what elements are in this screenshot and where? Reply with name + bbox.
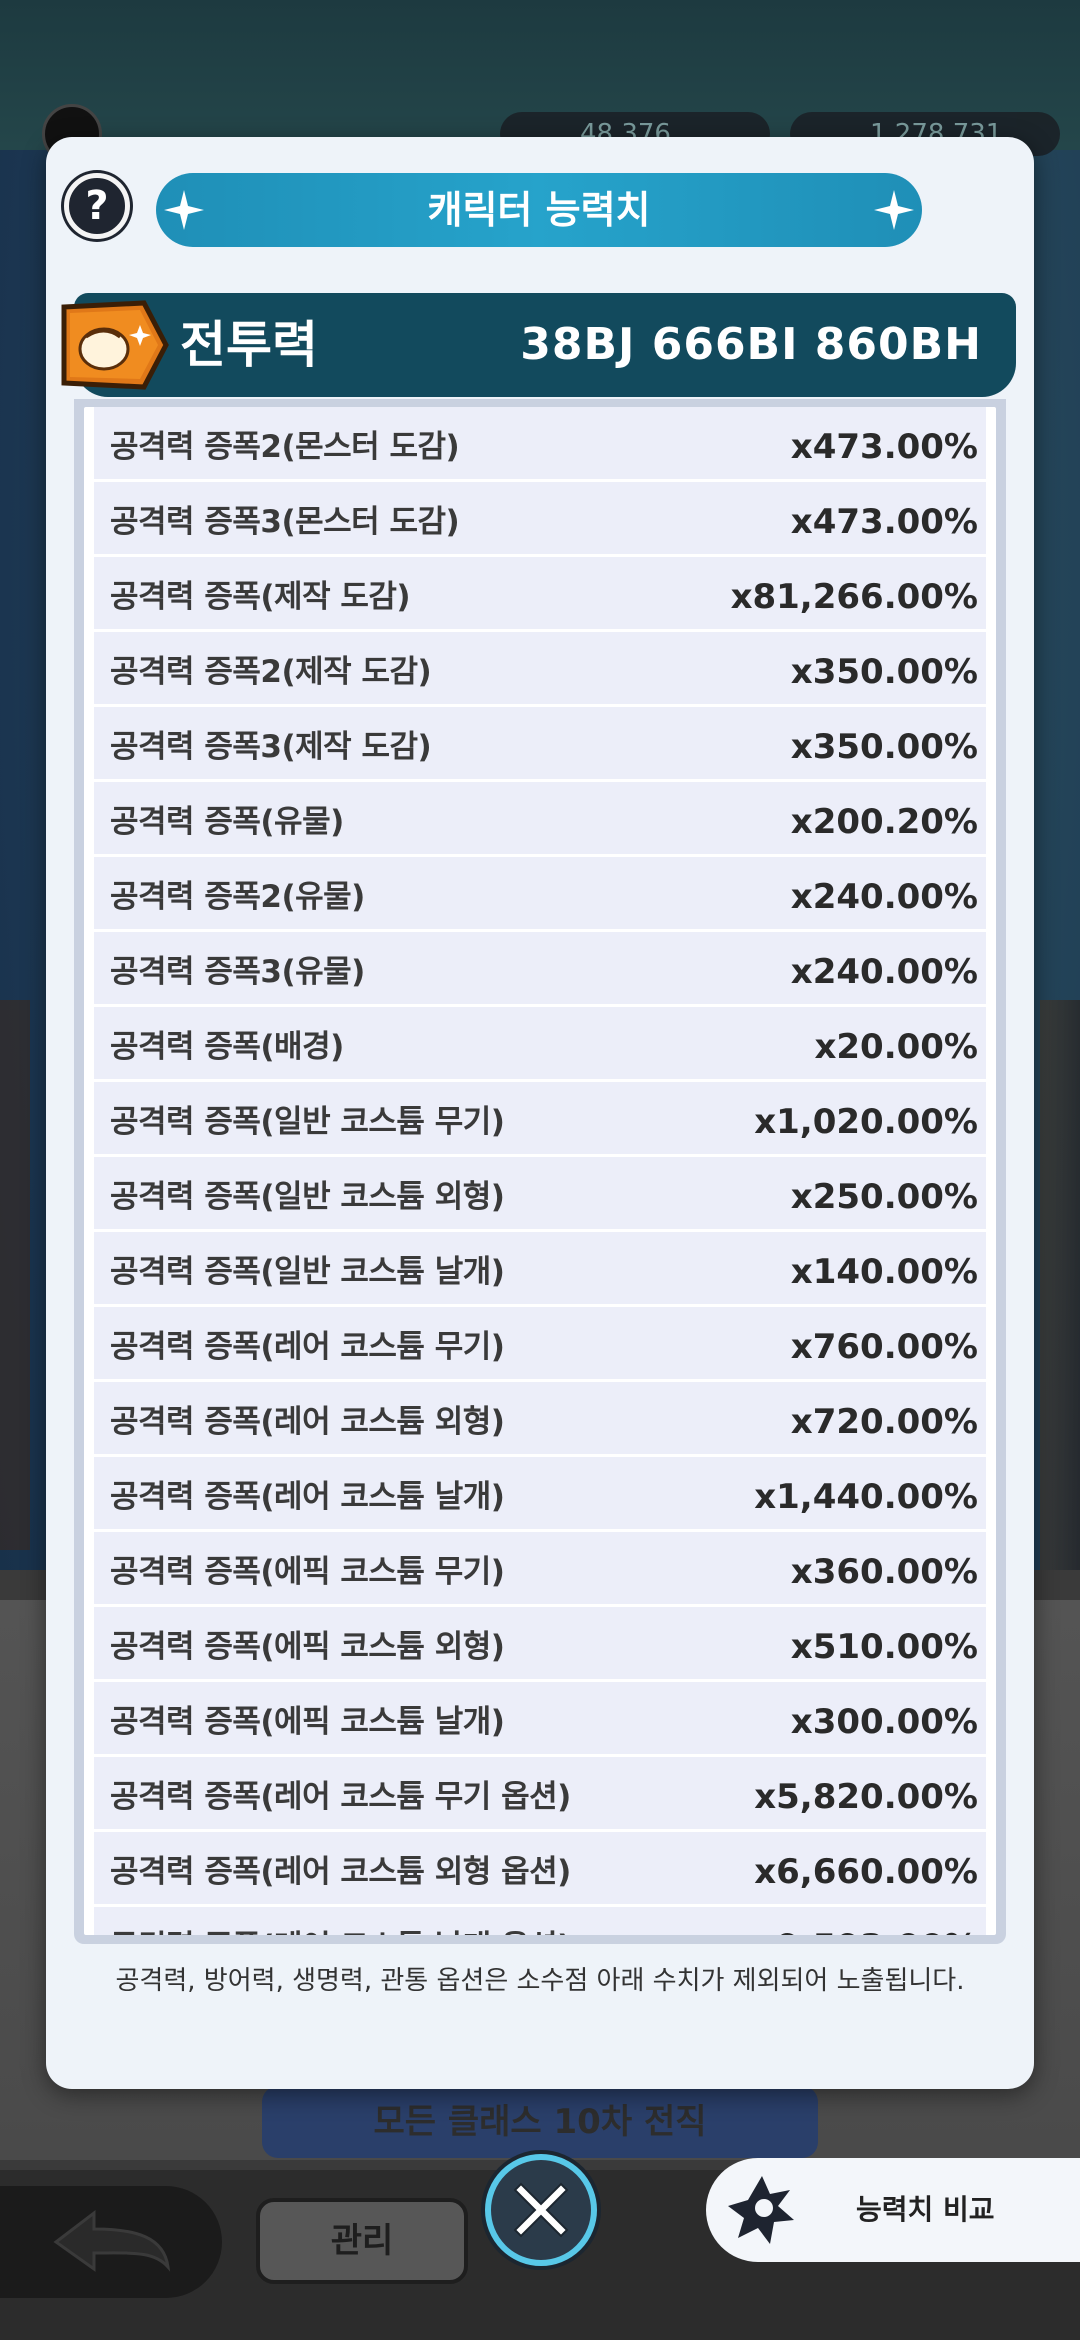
close-button[interactable]	[485, 2154, 597, 2266]
stat-label: 공격력 증폭(일반 코스튬 무기)	[110, 1103, 505, 1140]
character-silhouette-icon	[728, 2176, 794, 2244]
stat-row: 공격력 증폭2(유물) x240.00%	[94, 857, 986, 932]
stat-label: 공격력 증폭(에픽 코스튬 날개)	[110, 1703, 505, 1740]
help-button[interactable]: ?	[64, 173, 130, 239]
stat-row: 공격력 증폭(레어 코스튬 날개) x1,440.00%	[94, 1457, 986, 1532]
stat-label: 공격력 증폭(일반 코스튬 날개)	[110, 1253, 505, 1290]
class-advancement-button: 모든 클래스 10차 전직	[262, 2086, 818, 2158]
stat-value: x81,266.00%	[730, 577, 978, 617]
stat-row: 공격력 증폭(레어 코스튬 무기 옵션) x5,820.00%	[94, 1757, 986, 1832]
stat-value: x5,820.00%	[754, 1777, 978, 1817]
stat-value: x760.00%	[790, 1327, 978, 1367]
stat-row: 공격력 증폭(레어 코스튬 날개 옵션) x9,593.00%	[94, 1907, 986, 1935]
stat-label: 공격력 증폭2(몬스터 도감)	[110, 428, 460, 465]
stat-label: 공격력 증폭(일반 코스튬 외형)	[110, 1178, 505, 1215]
stat-value: x473.00%	[790, 427, 978, 467]
stat-label: 공격력 증폭(에픽 코스튬 외형)	[110, 1628, 505, 1665]
stats-list[interactable]: 공격력 증폭2(몬스터 도감) x473.00% 공격력 증폭3(몬스터 도감) x…	[84, 407, 996, 1935]
stat-value: x240.00%	[790, 952, 978, 992]
stat-row: 공격력 증폭(일반 코스튬 외형) x250.00%	[94, 1157, 986, 1232]
compare-stats-label: 능력치 비교	[856, 2193, 995, 2226]
sparkle-icon	[164, 190, 204, 230]
combat-power-label: 전투력	[180, 316, 318, 374]
stat-label: 공격력 증폭(배경)	[110, 1028, 344, 1065]
stat-label: 공격력 증폭(레어 코스튬 무기)	[110, 1328, 505, 1365]
stat-value: x140.00%	[790, 1252, 978, 1292]
stat-value: x200.20%	[790, 802, 978, 842]
modal-title-banner: 캐릭터 능력치	[156, 173, 922, 247]
stat-label: 공격력 증폭(레어 코스튬 무기 옵션)	[110, 1778, 571, 1815]
stat-row: 공격력 증폭(레어 코스튬 무기) x760.00%	[94, 1307, 986, 1382]
stat-row: 공격력 증폭3(제작 도감) x350.00%	[94, 707, 986, 782]
stat-label: 공격력 증폭(레어 코스튬 날개 옵션)	[110, 1921, 571, 1936]
fist-icon	[61, 300, 169, 390]
sparkle-icon	[874, 190, 914, 230]
stat-row: 공격력 증폭2(제작 도감) x350.00%	[94, 632, 986, 707]
stat-value: x350.00%	[790, 727, 978, 767]
stats-list-frame: 공격력 증폭2(몬스터 도감) x473.00% 공격력 증폭3(몬스터 도감) x…	[74, 399, 1006, 1944]
stat-row: 공격력 증폭(에픽 코스튬 날개) x300.00%	[94, 1682, 986, 1757]
modal-title: 캐릭터 능력치	[427, 188, 651, 232]
stat-value: x350.00%	[790, 652, 978, 692]
stat-value: x300.00%	[790, 1702, 978, 1742]
stat-label: 공격력 증폭(레어 코스튬 날개)	[110, 1478, 505, 1515]
back-button[interactable]	[0, 2186, 222, 2298]
stat-label: 공격력 증폭(유물)	[110, 803, 344, 840]
stat-label: 공격력 증폭3(몬스터 도감)	[110, 503, 460, 540]
stat-value: x473.00%	[790, 502, 978, 542]
manage-button: 관리	[256, 2198, 468, 2284]
stat-row: 공격력 증폭2(몬스터 도감) x473.00%	[94, 407, 986, 482]
stat-label: 공격력 증폭3(제작 도감)	[110, 728, 432, 765]
stat-row: 공격력 증폭(에픽 코스튬 외형) x510.00%	[94, 1607, 986, 1682]
back-arrow-icon	[53, 2209, 171, 2272]
combat-power-bar: 전투력 38BJ 666BI 860BH	[61, 293, 1016, 397]
stat-label: 공격력 증폭2(제작 도감)	[110, 653, 432, 690]
stat-value: x9,593.00%	[754, 1919, 978, 1935]
close-icon	[513, 2182, 569, 2238]
stat-label: 공격력 증폭(레어 코스튬 외형)	[110, 1403, 505, 1440]
stat-row: 공격력 증폭3(유물) x240.00%	[94, 932, 986, 1007]
stat-value: x250.00%	[790, 1177, 978, 1217]
stat-value: x1,440.00%	[754, 1477, 978, 1517]
background-character-art	[0, 1000, 30, 1550]
stat-row: 공격력 증폭(레어 코스튬 외형 옵션) x6,660.00%	[94, 1832, 986, 1907]
stat-label: 공격력 증폭(에픽 코스튬 무기)	[110, 1553, 505, 1590]
stat-row: 공격력 증폭(일반 코스튬 날개) x140.00%	[94, 1232, 986, 1307]
stat-label: 공격력 증폭(제작 도감)	[110, 578, 411, 615]
stat-value: x510.00%	[790, 1627, 978, 1667]
stat-value: x240.00%	[790, 877, 978, 917]
stat-row: 공격력 증폭(유물) x200.20%	[94, 782, 986, 857]
character-stats-modal: ? 캐릭터 능력치 전투력 38BJ 666BI 860BH 공격력 증폭2(몬…	[46, 137, 1034, 2089]
stat-row: 공격력 증폭(레어 코스튬 외형) x720.00%	[94, 1382, 986, 1457]
stat-label: 공격력 증폭2(유물)	[110, 878, 365, 915]
stats-footnote: 공격력, 방어력, 생명력, 관통 옵션은 소수점 아래 수치가 제외되어 노출…	[115, 1966, 965, 1996]
stat-row: 공격력 증폭(에픽 코스튬 무기) x360.00%	[94, 1532, 986, 1607]
stat-value: x20.00%	[814, 1027, 978, 1067]
stat-label: 공격력 증폭(레어 코스튬 외형 옵션)	[110, 1853, 571, 1890]
stat-value: x720.00%	[790, 1402, 978, 1442]
stat-row: 공격력 증폭(제작 도감) x81,266.00%	[94, 557, 986, 632]
stat-row: 공격력 증폭(배경) x20.00%	[94, 1007, 986, 1082]
stat-row: 공격력 증폭(일반 코스튬 무기) x1,020.00%	[94, 1082, 986, 1157]
stat-value: x6,660.00%	[754, 1852, 978, 1892]
compare-stats-button[interactable]: 능력치 비교	[706, 2158, 1080, 2262]
stat-label: 공격력 증폭3(유물)	[110, 953, 365, 990]
stat-value: x360.00%	[790, 1552, 978, 1592]
stat-row: 공격력 증폭3(몬스터 도감) x473.00%	[94, 482, 986, 557]
combat-power-value: 38BJ 666BI 860BH	[520, 319, 982, 370]
stat-value: x1,020.00%	[754, 1102, 978, 1142]
